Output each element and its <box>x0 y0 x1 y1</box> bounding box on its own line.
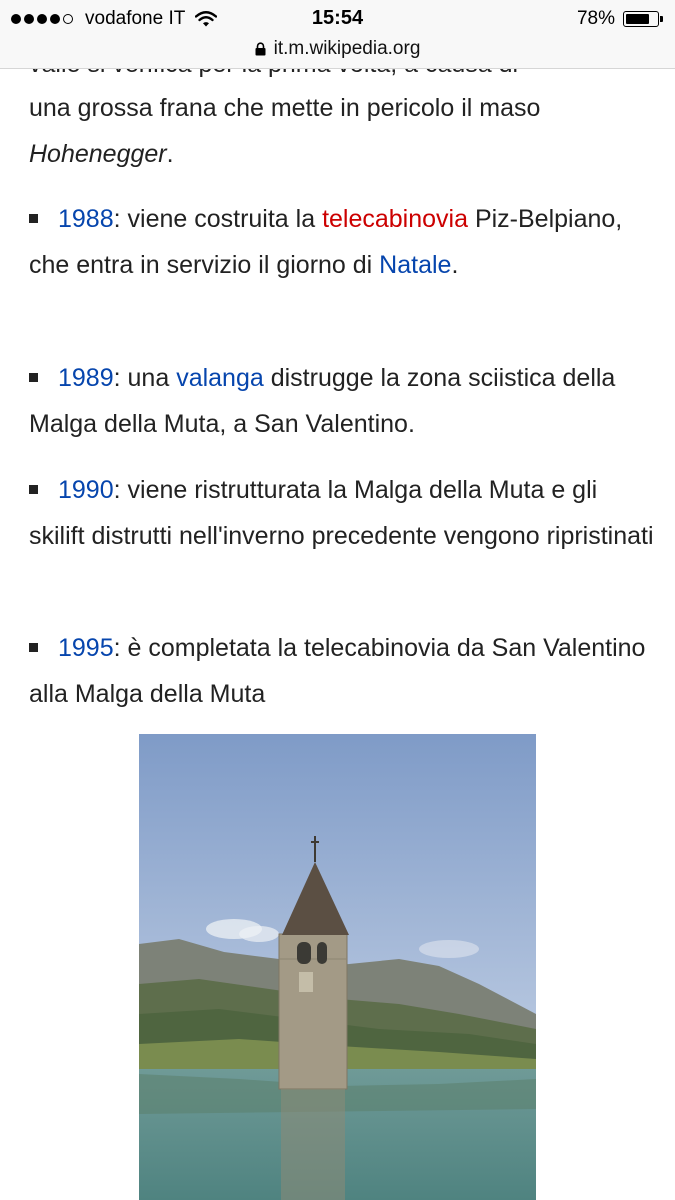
status-right: 78% <box>577 8 663 30</box>
valanga-link[interactable]: valanga <box>176 364 264 392</box>
year-link-1995[interactable]: 1995 <box>58 634 114 662</box>
battery-percent: 78% <box>576 8 615 29</box>
intro-text: una grossa frana che mette in pericolo i… <box>29 94 541 122</box>
status-time: 15:54 <box>311 7 364 29</box>
intro-paragraph: una grossa frana che mette in pericolo i… <box>29 85 654 177</box>
bullet <box>29 372 38 382</box>
url-text[interactable]: it.m.wikipedia.org <box>274 38 421 60</box>
bell-tower-lake-image <box>139 734 536 1200</box>
battery-fill <box>626 14 649 24</box>
telecabinovia-link[interactable]: telecabinovia <box>322 205 468 233</box>
list-item: 1995: è completata la telecabinovia da S… <box>29 625 654 717</box>
lock-icon <box>255 42 266 56</box>
url-display[interactable]: it.m.wikipedia.org <box>255 38 421 60</box>
bullet <box>29 642 38 652</box>
item-text: : viene costruita la <box>113 205 323 233</box>
item-text: . <box>451 251 459 279</box>
item-text: : viene ristrutturata la Malga della Mut… <box>29 476 654 550</box>
status-bar: vodafone IT 15:54 78% <box>0 0 675 38</box>
year-link-1990[interactable]: 1990 <box>58 476 114 504</box>
year-link-1988[interactable]: 1988 <box>58 205 114 233</box>
list-item: 1990: viene ristrutturata la Malga della… <box>29 467 654 559</box>
item-text: : una <box>113 364 177 392</box>
bullet <box>29 484 38 494</box>
battery-cap <box>660 16 663 22</box>
article-content: valle si verifica per la prima volta, a … <box>0 69 675 1200</box>
battery-icon <box>623 11 659 27</box>
intro-end: . <box>166 140 174 168</box>
list-item: 1988: viene costruita la telecabinovia P… <box>29 196 654 288</box>
article-image-thumbnail[interactable] <box>139 734 536 1200</box>
item-text: : è completata la telecabinovia da San V… <box>29 634 646 708</box>
url-bar[interactable]: it.m.wikipedia.org <box>0 38 675 69</box>
bullet <box>29 213 38 223</box>
list-item: 1989: una valanga distrugge la zona scii… <box>29 355 654 447</box>
intro-italic: Hohenegger <box>29 140 167 168</box>
natale-link[interactable]: Natale <box>379 251 451 279</box>
year-link-1989[interactable]: 1989 <box>58 364 114 392</box>
